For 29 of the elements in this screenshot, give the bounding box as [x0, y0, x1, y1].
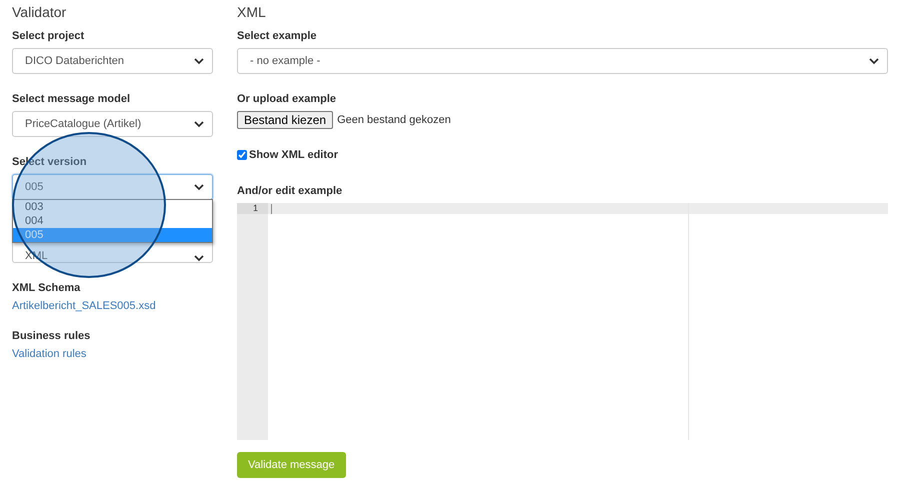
field-label: Select message model [12, 93, 132, 105]
select-dropdown[interactable]: - no example - [237, 48, 888, 74]
select-dropdown[interactable]: 005 [12, 174, 213, 200]
line-number: 1 [237, 203, 268, 214]
field-label: Or upload example [237, 93, 338, 105]
choose-file-button[interactable]: Bestand kiezen [237, 111, 334, 129]
chevron-down-icon [194, 120, 204, 128]
field-label: Business rules [12, 330, 92, 342]
chevron-down-icon [194, 58, 204, 64]
file-link[interactable]: Artikelbericht_SALES005.xsd [12, 300, 213, 312]
file-status: Geen bestand gekozen [337, 114, 451, 126]
field-label: And/or edit example [237, 185, 344, 197]
field-label: Select project [12, 30, 86, 42]
field-label: XML Schema [12, 282, 82, 294]
code-editor[interactable]: 1 [237, 203, 888, 440]
dropdown-option[interactable]: 003 [13, 200, 212, 214]
field-label: Select example [237, 30, 318, 42]
select-dropdown[interactable]: PriceCatalogue (Artikel) [12, 111, 213, 137]
chevron-down-icon [194, 255, 204, 262]
checkbox-label: Show XML editor [249, 149, 338, 161]
section-title: XML [237, 4, 267, 20]
file-link[interactable]: Validation rules [12, 348, 213, 360]
checkbox[interactable] [237, 150, 247, 160]
chevron-down-icon [194, 184, 204, 190]
validate-button[interactable]: Validate message [237, 452, 346, 478]
select-dropdown[interactable]: DICO Databerichten [12, 48, 213, 74]
chevron-down-icon [869, 58, 879, 64]
section-title: Validator [12, 4, 68, 20]
dropdown-option[interactable]: 004 [13, 214, 212, 228]
